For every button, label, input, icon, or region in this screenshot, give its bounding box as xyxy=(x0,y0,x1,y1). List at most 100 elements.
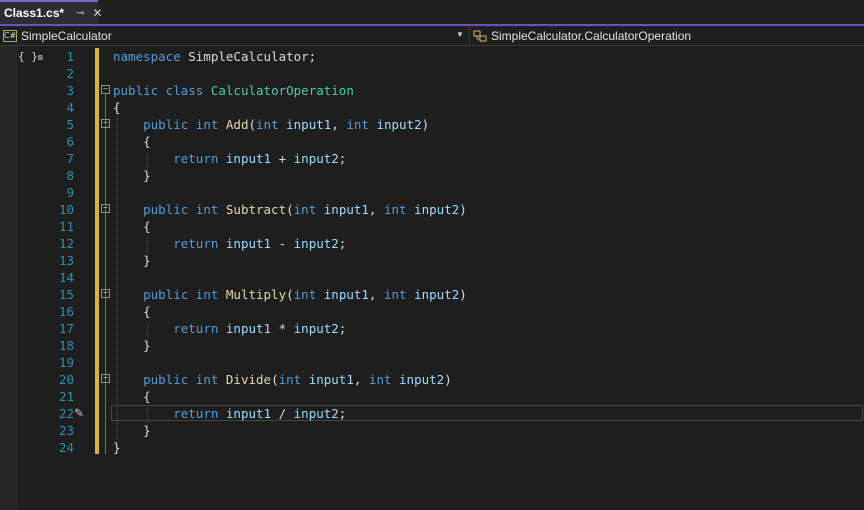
line-number: 20 xyxy=(58,372,74,387)
code-token: input1 xyxy=(323,287,369,302)
type-label: SimpleCalculator.CalculatorOperation xyxy=(491,29,692,43)
code-line[interactable]: 15 public int Multiply(int input1, int i… xyxy=(0,286,864,303)
code-token: public xyxy=(143,117,189,132)
project-dropdown[interactable]: C# SimpleCalculator xyxy=(3,28,469,44)
code-line[interactable]: 16 { xyxy=(0,303,864,320)
code-token: ) xyxy=(421,117,430,132)
code-token: ) xyxy=(459,202,467,217)
code-line[interactable]: 13 } xyxy=(0,252,864,269)
code-token: namespace xyxy=(113,49,181,64)
code-token: ( xyxy=(286,287,294,302)
code-token: public xyxy=(143,202,189,217)
code-line[interactable]: 12 return input1 - input2; xyxy=(0,235,864,252)
code-token: input2 xyxy=(376,117,422,132)
line-number: 10 xyxy=(58,202,74,217)
close-icon[interactable]: ✕ xyxy=(92,6,102,20)
chevron-down-icon[interactable]: ▼ xyxy=(456,30,464,39)
code-token: input2 xyxy=(293,151,339,166)
type-dropdown[interactable]: SimpleCalculator.CalculatorOperation xyxy=(473,28,691,44)
code-token: int xyxy=(195,117,219,132)
code-token: - xyxy=(271,236,294,251)
code-token: input2 xyxy=(414,287,460,302)
code-token: int xyxy=(293,287,317,302)
code-line[interactable]: 21 { xyxy=(0,388,864,405)
line-number: 18 xyxy=(58,338,74,353)
code-token: public xyxy=(143,287,189,302)
code-line[interactable]: 5 public int Add(int input1, int input2) xyxy=(0,116,864,133)
line-number: 7 xyxy=(66,151,74,166)
code-token: , xyxy=(368,202,384,217)
code-line[interactable]: 8 } xyxy=(0,167,864,184)
code-line[interactable]: 2 xyxy=(0,65,864,82)
tab-class1-cs[interactable]: Class1.cs* ⊸ ✕ xyxy=(0,0,103,24)
code-line[interactable]: 19 xyxy=(0,354,864,371)
code-token: input1 xyxy=(323,202,369,217)
code-line[interactable]: 7 return input1 + input2; xyxy=(0,150,864,167)
code-token: ( xyxy=(248,117,257,132)
line-number: 21 xyxy=(58,389,74,404)
code-token: * xyxy=(271,321,294,336)
line-number: 11 xyxy=(58,219,74,234)
code-line[interactable]: 18 } xyxy=(0,337,864,354)
code-line[interactable]: 6 { xyxy=(0,133,864,150)
code-line[interactable]: 11 { xyxy=(0,218,864,235)
code-line[interactable]: 14 xyxy=(0,269,864,286)
line-number: 8 xyxy=(66,168,74,183)
code-token: int xyxy=(383,202,407,217)
code-text: } xyxy=(113,439,121,456)
code-text: return input1 - input2; xyxy=(113,235,346,252)
line-number: 3 xyxy=(66,83,74,98)
line-number: 22 xyxy=(58,406,74,421)
code-line[interactable]: 23 } xyxy=(0,422,864,439)
code-line[interactable]: 20 public int Divide(int input1, int inp… xyxy=(0,371,864,388)
code-line[interactable]: 10 public int Subtract(int input1, int i… xyxy=(0,201,864,218)
code-token: ( xyxy=(271,372,279,387)
code-token: int xyxy=(293,202,317,217)
code-token: CalculatorOperation xyxy=(210,83,354,98)
code-line[interactable]: 24} xyxy=(0,439,864,456)
code-text: { xyxy=(113,388,151,405)
pin-icon[interactable]: ⊸ xyxy=(76,8,84,19)
line-number: 6 xyxy=(66,134,74,149)
code-line[interactable]: 3 public class CalculatorOperation xyxy=(0,82,864,99)
code-token: input1 xyxy=(225,151,272,166)
tab-title: Class1.cs* xyxy=(4,6,65,20)
code-text: public class CalculatorOperation xyxy=(113,82,354,99)
code-text: return input1 + input2; xyxy=(113,150,346,167)
code-editor[interactable]: { }⊠ − − − − − ✎ 1 namespace SimpleCalcul… xyxy=(0,46,864,510)
code-token: input1 xyxy=(286,117,332,132)
code-line[interactable]: 17 return input1 * input2; xyxy=(0,320,864,337)
code-token: input2 xyxy=(399,372,445,387)
code-line[interactable]: 22 return input1 / input2; xyxy=(0,405,864,422)
code-text: } xyxy=(113,337,151,354)
code-token: ; xyxy=(338,151,347,166)
code-line[interactable]: 1 namespace SimpleCalculator; xyxy=(0,48,864,65)
code-token: { xyxy=(113,100,121,115)
code-text: } xyxy=(113,252,151,269)
code-line[interactable]: 4{ xyxy=(0,99,864,116)
code-token: ; xyxy=(338,406,347,421)
code-line[interactable]: 9 xyxy=(0,184,864,201)
code-token: int xyxy=(383,287,407,302)
code-token: } xyxy=(113,423,151,438)
code-text: namespace SimpleCalculator; xyxy=(113,48,316,65)
code-token: } xyxy=(113,338,151,353)
line-number: 9 xyxy=(66,185,74,200)
line-number: 2 xyxy=(66,66,74,81)
code-token: SimpleCalculator; xyxy=(180,49,317,64)
